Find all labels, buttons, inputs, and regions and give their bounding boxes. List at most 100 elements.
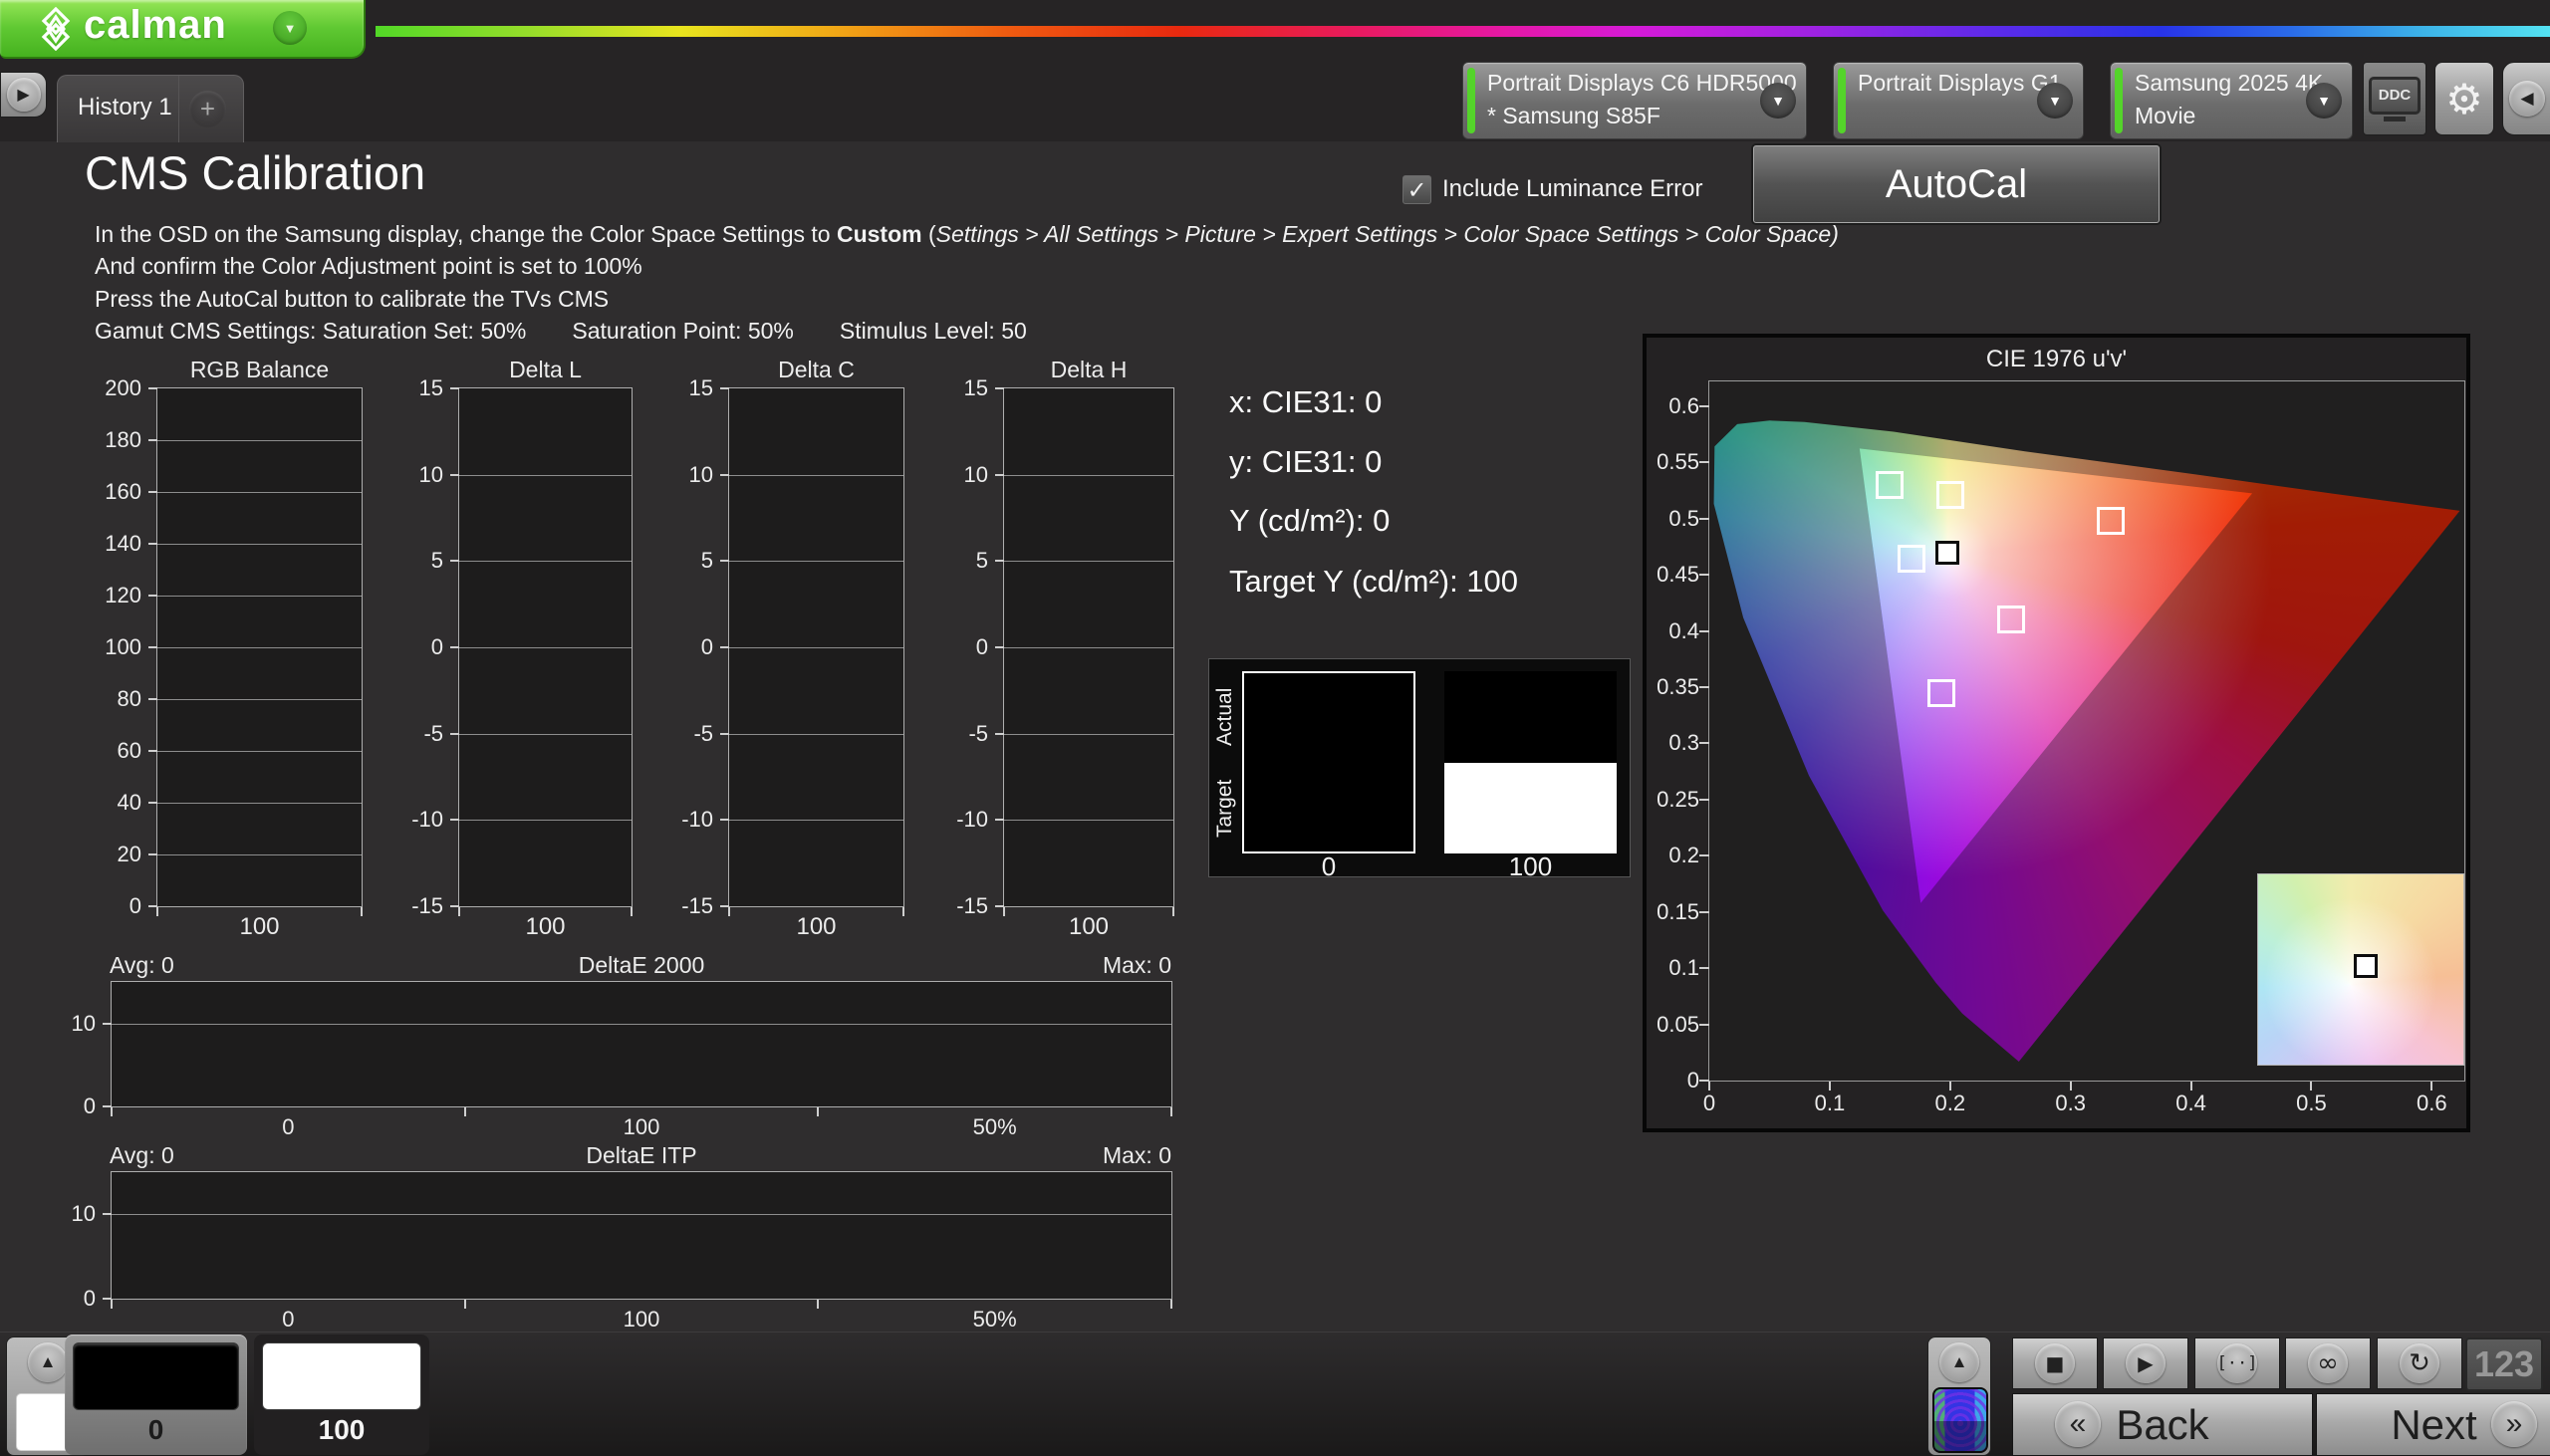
calman-diamond-icon — [34, 7, 78, 51]
x-tick-mark — [728, 907, 730, 916]
y-tick-label: 120 — [74, 583, 141, 608]
y-tick-label: 15 — [645, 375, 713, 401]
deltae-2000-chart: Avg: 0DeltaE 2000Max: 0100010050% — [111, 981, 1172, 1107]
pattern-generator-dropdown[interactable]: Portrait Displays G1 ▼ — [1833, 62, 2084, 139]
collapse-panel-button[interactable]: ◀ — [2502, 62, 2550, 135]
patch-label: 0 — [65, 1414, 247, 1446]
x-axis-label: 0 — [282, 1307, 294, 1333]
delta-c-chart: Delta C151050-5-10-15100 — [728, 387, 904, 907]
chevron-down-icon[interactable]: ▼ — [1760, 83, 1796, 119]
gridline — [157, 803, 362, 804]
deltae-itp-chart: Avg: 0DeltaE ITPMax: 0100010050% — [111, 1171, 1172, 1300]
x-tick-mark — [361, 907, 363, 916]
chevron-down-icon[interactable]: ▼ — [2037, 83, 2073, 119]
gear-icon: ⚙ — [2445, 75, 2483, 123]
include-luminance-checkbox[interactable]: ✓ — [1402, 175, 1431, 204]
continuous-measure-button[interactable]: ∞ — [2285, 1337, 2371, 1389]
play-button[interactable]: ▶ — [2103, 1337, 2188, 1389]
chart-title: DeltaE 2000 — [112, 952, 1171, 979]
gridline — [729, 820, 903, 821]
instruction-line-2: And confirm the Color Adjustment point i… — [95, 253, 642, 280]
chevron-down-icon[interactable]: ▼ — [2306, 83, 2342, 119]
y-tick-label: 0.2 — [1650, 843, 1699, 868]
y-tick-label: -5 — [376, 721, 443, 747]
gridline — [1004, 647, 1173, 648]
red-target-marker — [2097, 507, 2125, 535]
max-label: Max: 0 — [1103, 952, 1171, 979]
x-tick-label: 0.1 — [1815, 1091, 1846, 1116]
calman-logo-button[interactable]: calman ▼ — [0, 0, 366, 59]
cie-chart-plot: 00.050.10.150.20.250.30.350.40.450.50.55… — [1708, 380, 2465, 1082]
x-tick-mark — [156, 907, 158, 916]
check-icon: ✓ — [1406, 176, 1426, 204]
target-row-label: Target — [1213, 763, 1239, 854]
refresh-icon: ↻ — [2400, 1343, 2439, 1383]
tab-history-1[interactable]: History 1 + — [57, 75, 244, 142]
next-button[interactable]: Next » — [2316, 1393, 2550, 1456]
y-tick-label: 10 — [920, 462, 988, 488]
rgb-balance-chart: RGB Balance20018016014012010080604020010… — [156, 387, 363, 907]
y-tick-mark — [720, 733, 729, 735]
connected-indicator — [1838, 68, 1846, 133]
y-tick-mark — [450, 387, 459, 389]
readout-luminance: Y (cd/m²): 0 — [1229, 503, 1390, 539]
display-dropdown[interactable]: Samsung 2025 4K Movie ▼ — [2110, 62, 2353, 139]
y-tick-mark — [1699, 686, 1709, 688]
autocal-button[interactable]: AutoCal — [1753, 145, 2160, 223]
gridline — [112, 1024, 1171, 1025]
x-axis-label: 100 — [459, 913, 632, 941]
pattern-patch-card[interactable]: 100 — [254, 1335, 429, 1455]
gridline — [157, 596, 362, 597]
y-tick-mark — [1699, 461, 1709, 463]
stop-button[interactable]: ■ — [2012, 1337, 2098, 1389]
display-name: Samsung 2025 4K — [2135, 70, 2323, 97]
x-tick-mark — [817, 1300, 819, 1309]
y-tick-label: 0.3 — [1650, 730, 1699, 756]
pattern-patch-card[interactable]: 0 — [65, 1335, 247, 1455]
settings-button[interactable]: ⚙ — [2434, 62, 2494, 135]
y-tick-label: 0 — [1650, 1068, 1699, 1093]
x-tick-mark — [464, 1107, 466, 1116]
expand-up-button[interactable]: ▲ — [1939, 1342, 1979, 1382]
pattern-window-thumbnail[interactable] — [1932, 1387, 1988, 1453]
patch-column-label-0: 0 — [1242, 851, 1415, 882]
x-tick-label: 0.5 — [2296, 1091, 2327, 1116]
y-tick-mark — [720, 646, 729, 648]
x-tick-label: 0.3 — [2055, 1091, 2086, 1116]
y-tick-label: 0 — [28, 1093, 96, 1119]
gridline — [729, 475, 903, 476]
back-button[interactable]: « Back — [2012, 1393, 2313, 1456]
logo-dropdown-arrow-icon[interactable]: ▼ — [273, 11, 307, 45]
y-tick-mark — [720, 819, 729, 821]
y-tick-label: 0.05 — [1650, 1012, 1699, 1038]
add-tab-button[interactable]: + — [189, 91, 226, 127]
x-tick-mark — [1949, 1082, 1951, 1091]
gridline — [157, 492, 362, 493]
gridline — [459, 475, 632, 476]
x-tick-mark — [464, 1300, 466, 1309]
expand-panel-button[interactable]: ▶ — [0, 72, 47, 118]
y-tick-mark — [450, 474, 459, 476]
ddc-control-button[interactable]: DDC — [2363, 62, 2426, 135]
y-tick-label: 15 — [376, 375, 443, 401]
meter-dropdown[interactable]: Portrait Displays C6 HDR5000 * Samsung S… — [1462, 62, 1807, 139]
y-tick-mark — [995, 819, 1004, 821]
y-tick-label: -15 — [645, 893, 713, 919]
gridline — [112, 1214, 1171, 1215]
green-target-marker — [1876, 471, 1904, 499]
y-tick-label: 40 — [74, 790, 141, 816]
measure-range-button[interactable]: [··] — [2194, 1337, 2280, 1389]
y-tick-mark — [450, 560, 459, 562]
actual-half — [1444, 671, 1617, 763]
patch-swatch-0 — [1242, 671, 1415, 853]
y-tick-mark — [1699, 518, 1709, 520]
x-tick-mark — [458, 907, 460, 916]
cyan-target-marker — [1898, 545, 1925, 573]
y-tick-mark — [148, 491, 157, 493]
expand-up-button[interactable]: ▲ — [28, 1342, 68, 1382]
y-tick-mark — [1699, 911, 1709, 913]
inset-whitepoint-marker — [2354, 954, 2378, 978]
refresh-button[interactable]: ↻ — [2377, 1337, 2462, 1389]
play-icon: ▶ — [2126, 1343, 2166, 1383]
y-tick-mark — [148, 387, 157, 389]
